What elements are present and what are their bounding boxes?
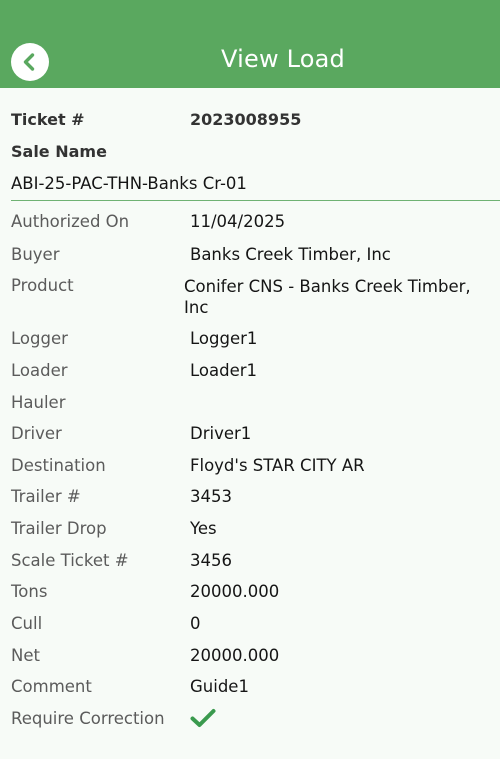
loader-label: Loader xyxy=(11,361,68,380)
page-title: View Load xyxy=(221,45,345,73)
comment-label: Comment xyxy=(11,677,92,696)
comment-value: Guide1 xyxy=(190,677,249,696)
buyer-value: Banks Creek Timber, Inc xyxy=(190,245,391,264)
driver-label: Driver xyxy=(11,424,62,443)
logger-value: Logger1 xyxy=(190,329,258,348)
net-label: Net xyxy=(11,646,40,665)
trailer-drop-value: Yes xyxy=(190,519,217,538)
product-value: Conifer CNS - Banks Creek Timber, Inc xyxy=(184,277,471,317)
net-value: 20000.000 xyxy=(190,646,280,665)
tons-value: 20000.000 xyxy=(190,582,280,601)
logger-label: Logger xyxy=(11,329,68,348)
section-divider xyxy=(11,200,500,201)
scale-ticket-label: Scale Ticket # xyxy=(11,551,129,570)
require-correction-check xyxy=(190,708,216,732)
ticket-label: Ticket # xyxy=(11,110,85,129)
checkmark-icon xyxy=(190,709,216,727)
trailer-number-value: 3453 xyxy=(190,487,232,506)
app-header: View Load xyxy=(0,0,500,88)
product-label: Product xyxy=(11,276,74,295)
authorized-on-value: 11/04/2025 xyxy=(190,212,286,231)
tons-label: Tons xyxy=(11,582,48,601)
loader-value: Loader1 xyxy=(190,361,258,380)
sale-name-label: Sale Name xyxy=(11,142,107,161)
buyer-label: Buyer xyxy=(11,245,60,264)
hauler-label: Hauler xyxy=(11,393,66,412)
driver-value: Driver1 xyxy=(190,424,252,443)
require-correction-label: Require Correction xyxy=(11,709,165,728)
destination-label: Destination xyxy=(11,456,106,475)
trailer-drop-label: Trailer Drop xyxy=(11,519,107,538)
ticket-value: 2023008955 xyxy=(190,110,302,129)
destination-value: Floyd's STAR CITY AR xyxy=(190,456,365,475)
cull-value: 0 xyxy=(190,614,201,633)
cull-label: Cull xyxy=(11,614,43,633)
sale-name-value: ABI-25-PAC-THN-Banks Cr-01 xyxy=(11,174,247,193)
trailer-number-label: Trailer # xyxy=(11,487,81,506)
scale-ticket-value: 3456 xyxy=(190,551,232,570)
authorized-on-label: Authorized On xyxy=(11,212,130,231)
